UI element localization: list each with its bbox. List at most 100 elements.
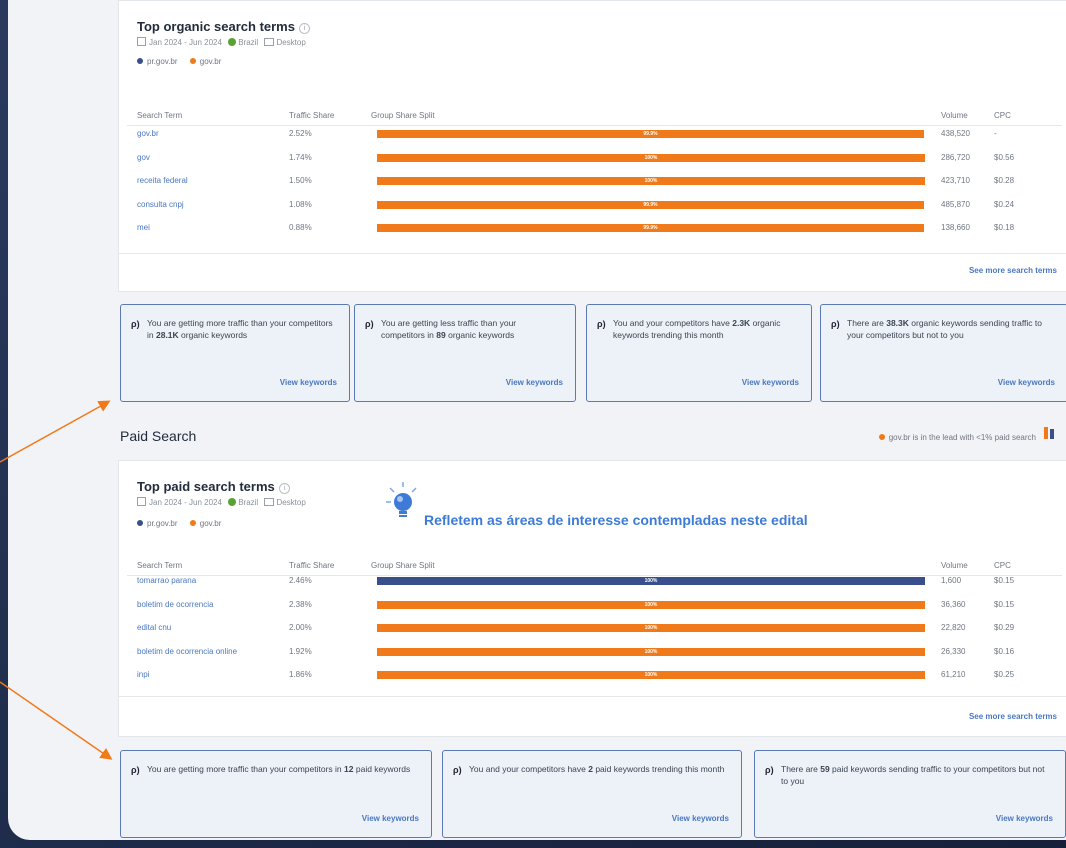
view-keywords-link[interactable]: View keywords [672, 814, 729, 823]
view-keywords-link[interactable]: View keywords [506, 378, 563, 387]
cpc-value: $0.25 [994, 670, 1015, 679]
search-term-link[interactable]: consulta cnpj [137, 200, 184, 209]
share-split-bar: 100% [377, 647, 925, 656]
insight-text-b: paid keywords trending this month [592, 764, 725, 774]
lead-bar-orange [1044, 427, 1048, 439]
globe-icon [228, 38, 237, 46]
traffic-share: 1.74% [289, 152, 312, 162]
col-cpc[interactable]: CPC [994, 111, 1011, 120]
insight-count: 89 [436, 330, 446, 340]
insight-text-b: paid keywords [353, 764, 411, 774]
insight-card: ρ) You and your competitors have 2.3K org… [586, 304, 812, 402]
share-split-bar: 100% [377, 153, 925, 162]
info-icon[interactable]: i [298, 23, 310, 34]
paid-card-title: Top paid search terms i [137, 479, 290, 494]
cpc-value: - [994, 129, 997, 138]
insight-text-a: There are [847, 318, 887, 328]
date-range: Jan 2024 - Jun 2024 [149, 498, 222, 507]
table-row: mei 0.88% 99.9% 138,660 $0.18 [119, 223, 1066, 237]
insight-card: ρ) You are getting less traffic than your… [354, 304, 576, 402]
traffic-share: 1.92% [289, 646, 312, 656]
volume-value: 438,520 [941, 129, 970, 138]
insight-count: 38.3K [886, 318, 909, 328]
lead-dot [878, 434, 885, 440]
insight-count: 2.3K [732, 318, 751, 328]
col-group-share-split: Group Share Split [371, 111, 435, 120]
insight-card: ρ) There are 38.3K organic keywords sendi… [820, 304, 1066, 402]
insight-text: You are getting more traffic than your c… [147, 763, 417, 775]
table-row: boletim de ocorrencia 2.38% 100% 36,360 $0.1… [119, 600, 1066, 614]
insight-card: ρ) You are getting more traffic than your… [120, 304, 350, 402]
search-term-link[interactable]: receita federal [137, 176, 188, 185]
table-row: receita federal 1.50% 100% 423,710 $0.28 [119, 176, 1066, 190]
traffic-share: 1.86% [289, 670, 312, 679]
search-term-link[interactable]: gov.br [137, 129, 159, 138]
insight-icon: ρ) [365, 319, 374, 329]
volume-value: 26,330 [941, 646, 966, 656]
search-term-link[interactable]: gov [137, 153, 150, 162]
col-volume[interactable]: Volume [941, 111, 968, 120]
table-row: gov.br 2.52% 99.9% 438,520 - [119, 129, 1066, 143]
volume-value: 61,210 [941, 670, 966, 679]
volume-value: 1,600 [941, 576, 962, 585]
paid-lead-note: gov.br is in the lead with <1% paid sear… [878, 433, 1036, 442]
legend-item: pr.gov.br [137, 519, 178, 528]
lightbulb-icon [386, 480, 420, 524]
table-row: boletim de ocorrencia online 1.92% 100% 26,… [119, 647, 1066, 661]
view-keywords-link[interactable]: View keywords [280, 378, 337, 387]
insight-icon: ρ) [597, 319, 606, 329]
search-term-link[interactable]: boletim de ocorrencia [137, 600, 213, 609]
see-more-paid-link[interactable]: See more search terms [969, 712, 1057, 721]
col-search-term[interactable]: Search Term [137, 111, 182, 120]
organic-legend: pr.gov.br gov.br [137, 57, 221, 66]
table-row: tomarrao parana 2.46% 100% 1,600 $0.15 [119, 576, 1066, 590]
search-term-link[interactable]: edital cnu [137, 623, 171, 632]
dashboard-panel: Top organic search terms i Jan 2024 - Jun… [8, 0, 1066, 840]
paid-terms-card: Top paid search terms i Jan 2024 - Jun 20… [118, 460, 1066, 737]
traffic-share: 2.00% [289, 623, 312, 632]
col-volume[interactable]: Volume [941, 561, 968, 570]
insight-text: You are getting more traffic than your c… [147, 317, 335, 341]
col-traffic-share[interactable]: Traffic Share [289, 111, 334, 120]
search-term-link[interactable]: inpi [137, 670, 149, 679]
insight-text-a: You are getting more traffic than your c… [147, 764, 345, 774]
insight-text: There are 59 paid keywords sending traff… [781, 763, 1051, 787]
calendar-icon [137, 497, 146, 506]
share-split-bar: 100% [377, 624, 925, 632]
insight-text-b: organic keywords [445, 330, 515, 340]
card-divider [119, 253, 1066, 254]
share-split-bar: 100% [377, 177, 925, 185]
col-search-term[interactable]: Search Term [137, 561, 182, 570]
col-cpc[interactable]: CPC [994, 561, 1011, 570]
volume-value: 22,820 [941, 623, 966, 632]
see-more-organic-link[interactable]: See more search terms [969, 266, 1057, 275]
paid-search-title: Paid Search [120, 428, 197, 444]
legend-dot [189, 520, 196, 526]
view-keywords-link[interactable]: View keywords [362, 814, 419, 823]
country: Brazil [238, 498, 259, 507]
share-split-bar: 99.9% [377, 200, 924, 209]
share-split-bar: 100% [377, 600, 925, 609]
volume-value: 36,360 [941, 599, 966, 609]
view-keywords-link[interactable]: View keywords [742, 378, 799, 387]
insight-card: ρ) You and your competitors have 2 paid k… [442, 750, 742, 838]
paid-meta: Jan 2024 - Jun 2024 Brazil Desktop [137, 497, 306, 507]
traffic-share: 2.38% [289, 599, 312, 609]
traffic-share: 1.50% [289, 176, 312, 185]
search-term-link[interactable]: mei [137, 223, 150, 232]
search-term-link[interactable]: tomarrao parana [137, 576, 196, 585]
insight-icon: ρ) [831, 319, 840, 329]
insight-text: You and your competitors have 2 paid key… [469, 763, 727, 775]
legend-item: gov.br [189, 57, 221, 66]
table-row: consulta cnpj 1.08% 99.9% 485,870 $0.24 [119, 200, 1066, 214]
traffic-share: 0.88% [289, 223, 312, 232]
view-keywords-link[interactable]: View keywords [998, 378, 1055, 387]
insight-card: ρ) You are getting more traffic than your… [120, 750, 432, 838]
cpc-value: $0.56 [994, 152, 1015, 162]
col-traffic-share[interactable]: Traffic Share [289, 561, 334, 570]
desktop-icon [264, 38, 275, 46]
info-icon[interactable]: i [278, 483, 290, 494]
view-keywords-link[interactable]: View keywords [996, 814, 1053, 823]
search-term-link[interactable]: boletim de ocorrencia online [137, 647, 237, 656]
device: Desktop [276, 38, 306, 47]
